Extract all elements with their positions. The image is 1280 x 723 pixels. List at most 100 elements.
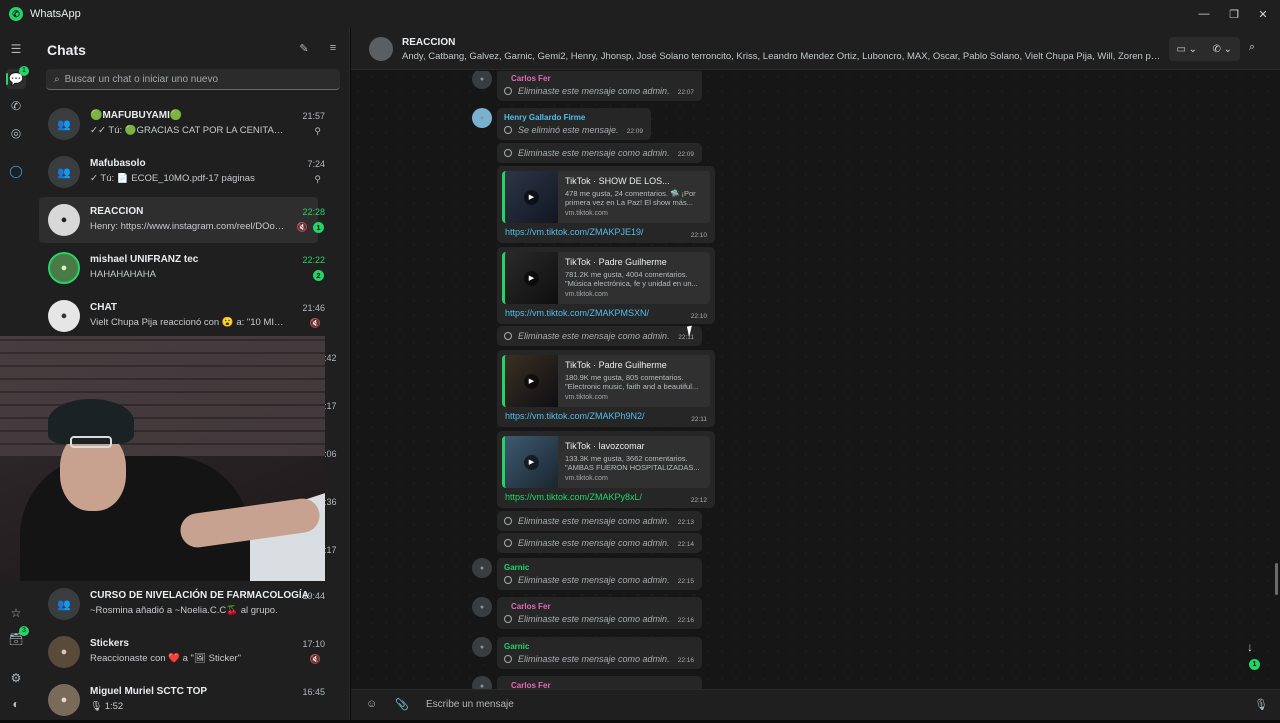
message-bubble[interactable]: Eliminaste este mensaje como admin. 22:0… — [497, 143, 702, 163]
search-input[interactable]: ⌕ Buscar un chat o iniciar uno nuevo — [46, 69, 340, 90]
card-description: 781.2K me gusta, 4004 comentarios. "Músi… — [565, 270, 698, 288]
link-message[interactable]: ▶ TikTok · Padre Guilherme 180.9K me gus… — [497, 350, 715, 427]
message-time: 22:10 — [690, 313, 707, 320]
message-bubble[interactable]: Henry Gallardo Firme Se eliminó este men… — [497, 108, 651, 140]
mic-icon[interactable]: 🎙 — [1254, 698, 1268, 711]
menu-icon[interactable]: ☰ — [6, 39, 26, 59]
message-bubble[interactable]: Eliminaste este mensaje como admin. 22:1… — [497, 511, 702, 531]
profile-icon[interactable]: ◐ — [6, 694, 26, 714]
message-link[interactable]: https://vm.tiktok.com/ZMAKPJE19/ — [505, 227, 644, 237]
settings-icon[interactable]: ⚙ — [6, 668, 26, 688]
chats-title: Chats — [47, 42, 86, 58]
archived-badge: 3 — [19, 626, 29, 636]
sender-avatar: ● — [472, 71, 492, 89]
close-button[interactable]: ✕ — [1246, 0, 1280, 28]
play-icon[interactable]: ▶ — [524, 271, 539, 286]
message-bubble[interactable]: Garnic Eliminaste este mensaje como admi… — [497, 637, 702, 669]
chat-preview: Henry: https://www.instagram.com/reel/DO… — [90, 221, 285, 232]
video-thumbnail: ▶ — [505, 171, 558, 223]
chat-item-selected[interactable]: ● REACCION 22:28 Henry: https://www.inst… — [39, 197, 325, 243]
message-link[interactable]: https://vm.tiktok.com/ZMAKPy8xL/ — [505, 492, 642, 502]
deleted-icon — [504, 517, 512, 525]
attach-icon[interactable]: 📎 — [395, 698, 409, 711]
avatar: ● — [48, 252, 80, 284]
link-message[interactable]: ▶ TikTok · SHOW DE LOS... 478 me gusta, … — [497, 166, 715, 243]
scrollbar-thumb[interactable] — [1275, 563, 1278, 595]
message-text: Eliminaste este mensaje como admin. — [518, 654, 670, 664]
message-bubble[interactable]: Carlos Fer Eliminaste este mensaje como … — [497, 597, 702, 629]
message-time: 22:15 — [677, 578, 694, 585]
link-message[interactable]: ▶ TikTok · lavozcomar 133.3K me gusta, 3… — [497, 431, 715, 508]
message-bubble[interactable]: Carlos Fer — [497, 676, 702, 689]
chat-item[interactable]: ● mishael UNIFRANZ tec 22:22 HAHAHAHAHA … — [39, 245, 325, 291]
chat-item[interactable]: 👥 CURSO DE NIVELACIÓN DE FARMACOLOGÍA 19… — [39, 581, 325, 627]
meta-ai-icon[interactable]: ◯ — [6, 161, 26, 181]
status-icon[interactable]: ◎ — [6, 123, 26, 143]
chat-item[interactable]: ● CHAT 21:46 Vielt Chupa Pija reaccionó … — [39, 293, 325, 339]
chat-name: 🟢MAFUBUYAMI🟢 — [90, 110, 183, 121]
card-title: TikTok · Padre Guilherme — [565, 360, 667, 370]
scroll-down-icon[interactable]: ↓ — [1247, 640, 1253, 654]
sender-avatar: ● — [472, 597, 492, 617]
message-list[interactable]: ● Carlos Fer Eliminaste este mensaje com… — [351, 71, 1280, 689]
message-bubble[interactable]: Eliminaste este mensaje como admin. 22:1… — [497, 533, 702, 553]
play-icon[interactable]: ▶ — [524, 374, 539, 389]
message-link[interactable]: https://vm.tiktok.com/ZMAKPh9N2/ — [505, 411, 645, 421]
chat-preview: ~Rosmina añadió a ~Noelia.C.C🍒 al grupo. — [90, 605, 278, 616]
link-preview-card[interactable]: ▶ TikTok · Padre Guilherme 781.2K me gus… — [502, 252, 710, 304]
group-avatar[interactable] — [369, 37, 393, 61]
chat-time: 22:28 — [302, 207, 325, 217]
filter-icon[interactable]: ≡ — [325, 42, 341, 58]
link-preview-card[interactable]: ▶ TikTok · Padre Guilherme 180.9K me gus… — [502, 355, 710, 407]
conversation-header[interactable]: REACCION Andy, Catbang, Galvez, Garnic, … — [351, 28, 1280, 70]
call-buttons: ▭ ⌄ ✆ ⌄ — [1169, 37, 1240, 61]
calls-icon[interactable]: ✆ — [6, 96, 26, 116]
minimize-button[interactable]: — — [1187, 0, 1221, 28]
message-bubble[interactable]: Eliminaste este mensaje como admin. 22:1… — [497, 326, 702, 346]
app-title: WhatsApp — [30, 8, 81, 20]
link-message[interactable]: ▶ TikTok · Padre Guilherme 781.2K me gus… — [497, 247, 715, 324]
sender-name: Garnic — [504, 563, 530, 572]
card-title: TikTok · Padre Guilherme — [565, 257, 667, 267]
video-call-icon[interactable]: ▭ ⌄ — [1169, 37, 1205, 61]
archived-button[interactable]: 🗃 3 — [6, 626, 29, 649]
chat-name: CURSO DE NIVELACIÓN DE FARMACOLOGÍA — [90, 590, 309, 601]
message-bubble[interactable]: Carlos Fer Eliminaste este mensaje como … — [497, 71, 702, 101]
sender-avatar: ● — [472, 637, 492, 657]
pin-icon: ⚲ — [314, 126, 321, 136]
avatar: ● — [48, 300, 80, 332]
chat-time: :17 — [324, 545, 337, 555]
active-indicator — [6, 73, 8, 85]
chat-item[interactable]: ● Stickers 17:10 Reaccionaste con ❤️ a "… — [39, 629, 325, 675]
chats-nav-button[interactable]: 💬 1 — [6, 66, 29, 89]
message-link[interactable]: https://vm.tiktok.com/ZMAKPMSXN/ — [505, 308, 649, 318]
card-description: 133.3K me gusta, 3662 comentarios. "AMBA… — [565, 454, 700, 472]
group-avatar: 👥 — [48, 588, 80, 620]
video-thumbnail: ▶ — [505, 252, 558, 304]
new-chat-icon[interactable]: ✎ — [296, 42, 312, 58]
voice-call-icon[interactable]: ✆ ⌄ — [1205, 37, 1241, 61]
chat-item[interactable]: 👥 Mafubasolo 7:24 ✓ Tú: 📄 ECOE_10MO.pdf-… — [39, 149, 325, 195]
search-icon[interactable]: ⌕ — [1249, 41, 1255, 54]
message-text: Eliminaste este mensaje como admin. — [518, 516, 670, 526]
link-preview-card[interactable]: ▶ TikTok · SHOW DE LOS... 478 me gusta, … — [502, 171, 710, 223]
emoji-icon[interactable]: ☺ — [366, 698, 377, 710]
message-input[interactable]: Escribe un mensaje — [426, 699, 514, 710]
card-description: 180.9K me gusta, 805 comentarios. "Elect… — [565, 373, 699, 391]
chat-name: REACCION — [90, 206, 144, 217]
chat-preview: ✓ Tú: 📄 ECOE_10MO.pdf-17 páginas — [90, 173, 255, 184]
starred-icon[interactable]: ☆ — [6, 603, 26, 623]
message-composer: ☺ 📎 Escribe un mensaje 🎙 — [351, 689, 1280, 720]
chat-item[interactable]: ● Miguel Muriel SCTC TOP 16:45 🎙 1:52 — [39, 677, 325, 723]
link-preview-card[interactable]: ▶ TikTok · lavozcomar 133.3K me gusta, 3… — [502, 436, 710, 488]
message-text: Eliminaste este mensaje como admin. — [518, 86, 670, 96]
avatar: ● — [48, 204, 80, 236]
play-icon[interactable]: ▶ — [524, 455, 539, 470]
card-url: vm.tiktok.com — [565, 394, 608, 401]
play-icon[interactable]: ▶ — [524, 190, 539, 205]
sender-avatar: ● — [472, 558, 492, 578]
chat-item[interactable]: 👥 🟢MAFUBUYAMI🟢 21:57 ✓✓ Tú: 🟢GRACIAS CAT… — [39, 101, 325, 147]
chat-time: 21:57 — [302, 111, 325, 121]
message-bubble[interactable]: Garnic Eliminaste este mensaje como admi… — [497, 558, 702, 590]
chat-time: :17 — [324, 401, 337, 411]
